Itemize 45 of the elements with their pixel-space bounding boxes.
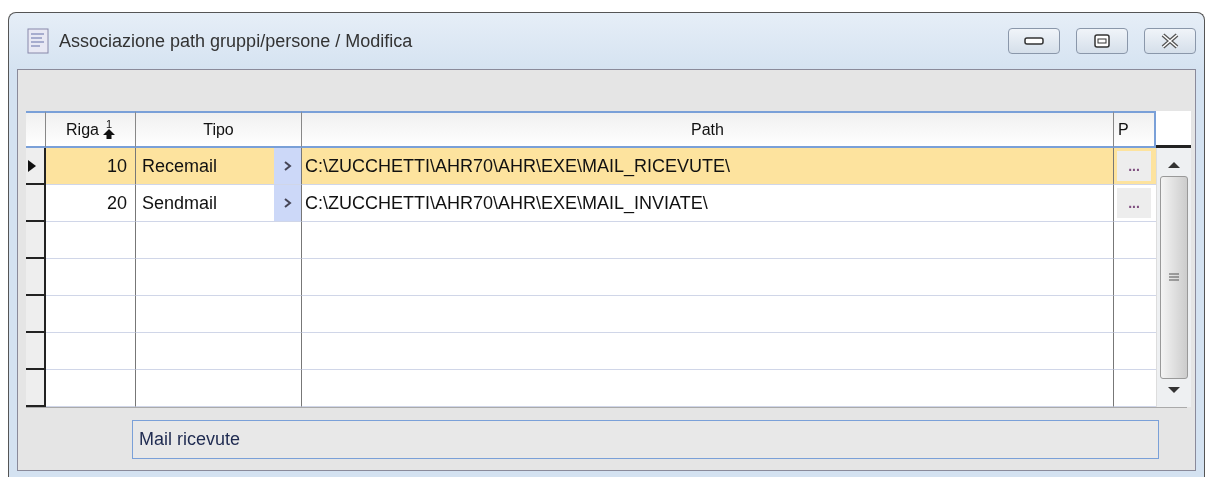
close-icon [1159, 33, 1181, 49]
browse-button[interactable]: ... [1117, 151, 1151, 181]
scroll-up-icon[interactable] [1167, 160, 1181, 170]
column-header[interactable]: P [1114, 111, 1156, 148]
table-cell [1114, 259, 1156, 296]
row-selector[interactable] [26, 259, 46, 296]
row-selector[interactable] [26, 185, 46, 222]
row-selector[interactable] [26, 148, 46, 185]
row-selector[interactable] [26, 370, 46, 407]
scrollbar-thumb[interactable] [1160, 176, 1188, 379]
browse-button[interactable]: ... [1117, 188, 1151, 218]
chevron-right-icon[interactable] [283, 161, 292, 171]
sort-order-number: 1 [105, 120, 112, 129]
row-selector[interactable] [26, 333, 46, 370]
table-cell: Sendmail [136, 185, 274, 222]
row-selector[interactable] [26, 296, 46, 333]
table-cell [274, 333, 302, 370]
chevron-right-icon[interactable] [283, 198, 292, 208]
table-cell [274, 370, 302, 407]
table-cell: 20 [46, 185, 136, 222]
header-corner [26, 111, 46, 148]
table-cell [1114, 333, 1156, 370]
description-field[interactable]: Mail ricevute [132, 419, 1159, 459]
header-corner [1156, 111, 1191, 148]
table-cell: C:\ZUCCHETTI\AHR70\AHR\EXE\MAIL_RICEVUTE\ [302, 148, 1114, 185]
minimize-button[interactable] [1008, 28, 1060, 54]
table-cell [1114, 296, 1156, 333]
close-button[interactable] [1144, 28, 1196, 54]
column-header[interactable]: Riga 1 [46, 111, 136, 148]
table-cell: 10 [46, 148, 136, 185]
table-cell: C:\ZUCCHETTI\AHR70\AHR\EXE\MAIL_INVIATE\ [302, 185, 1114, 222]
table-cell [274, 296, 302, 333]
maximize-button[interactable] [1076, 28, 1128, 54]
table-cell: Recemail [136, 148, 274, 185]
minimize-icon [1024, 36, 1044, 46]
sort-ascending-icon [102, 129, 115, 139]
maximize-icon [1093, 33, 1111, 49]
window-title: Associazione path gruppi/persone / Modifica [59, 30, 414, 52]
table-cell [274, 259, 302, 296]
column-header[interactable]: Path [302, 111, 1114, 148]
row-selector[interactable] [26, 222, 46, 259]
column-header[interactable]: Tipo [136, 111, 302, 148]
table-cell [1114, 370, 1156, 407]
document-icon [27, 28, 49, 54]
scroll-down-icon[interactable] [1167, 385, 1181, 395]
